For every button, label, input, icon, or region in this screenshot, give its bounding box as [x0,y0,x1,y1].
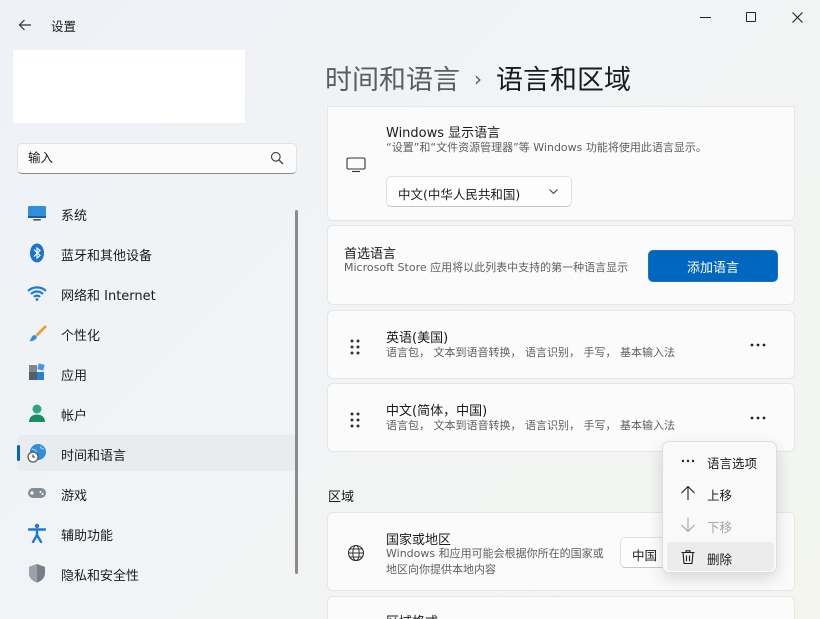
back-button[interactable] [12,12,38,38]
sidebar-item-bluetooth[interactable]: 蓝牙和其他设备 [17,235,297,271]
drag-handle-icon[interactable] [348,338,362,356]
sidebar-item-label: 个性化 [61,329,101,344]
sidebar-item-label: 网络和 Internet [61,289,156,304]
close-button[interactable] [774,2,820,32]
gamepad-icon [28,488,46,498]
breadcrumb-parent[interactable]: 时间和语言 [325,65,460,96]
preferred-languages-card: 首选语言 Microsoft Store 应用将以此列表中支持的第一种语言显示 … [327,225,795,305]
display-language-dropdown[interactable]: 中文(中华人民共和国) [386,176,572,207]
minimize-icon [699,16,711,18]
user-profile-card[interactable] [13,50,245,123]
globe-clock-icon [27,444,46,463]
more-options-icon[interactable] [746,408,770,428]
globe-icon [347,544,365,562]
sidebar-item-label: 帐户 [61,409,88,424]
maximize-button[interactable] [728,2,774,32]
language-features: 语言包， 文本到语音转换， 语言识别， 手写， 基本输入法 [386,346,675,359]
display-language-value: 中文(中华人民共和国) [398,187,521,202]
more-options-icon[interactable] [746,335,770,355]
monitor-icon [28,206,46,221]
close-icon [791,11,803,23]
maximize-icon [746,12,756,22]
more-horizontal-icon [681,459,695,463]
breadcrumb: 时间和语言 › 语言和区域 [325,58,631,97]
sidebar-item-accounts[interactable]: 帐户 [17,395,297,431]
bluetooth-icon [30,243,44,263]
minimize-button[interactable] [682,2,728,32]
language-name: 中文(简体，中国) [386,404,488,419]
page-title: 语言和区域 [496,65,631,96]
menu-item-label: 下移 [707,520,733,535]
chevron-down-icon [549,189,558,195]
accessibility-icon [27,523,47,543]
add-language-button[interactable]: 添加语言 [648,250,778,282]
apps-icon [29,363,45,380]
wifi-icon [27,286,47,301]
sidebar-item-gaming[interactable]: 游戏 [17,475,297,511]
sidebar-nav: 系统 蓝牙和其他设备 网络和 Internet 个性化 应用 帐户 时间和语言 [17,195,297,595]
sidebar-item-label: 辅助功能 [61,529,114,544]
sidebar-item-label: 应用 [61,369,88,384]
sidebar-item-label: 隐私和安全性 [61,569,140,584]
account-icon [29,404,45,422]
app-title: 设置 [51,19,77,34]
menu-item-label: 删除 [707,552,733,567]
display-language-title: Windows 显示语言 [386,126,501,141]
menu-item-label: 上移 [707,488,733,503]
region-section-title: 区域 [328,490,355,505]
arrow-left-icon [18,19,31,31]
menu-item-move-down: 下移 [667,510,774,539]
arrow-down-icon [681,518,695,533]
brush-icon [29,325,47,342]
breadcrumb-separator: › [474,67,482,91]
sidebar-item-privacy[interactable]: 隐私和安全性 [17,555,297,591]
monitor-outline-icon [346,157,366,173]
language-context-menu: 语言选项 上移 下移 删除 [662,441,777,573]
sidebar-item-personalization[interactable]: 个性化 [17,315,297,351]
sidebar-scrollbar[interactable] [295,210,298,574]
search-input[interactable] [28,150,258,165]
regional-format-title: 区域格式 [386,611,438,619]
search-box[interactable] [17,143,297,174]
language-features: 语言包， 文本到语音转换， 语言识别， 手写， 基本输入法 [386,419,675,432]
country-region-value: 中国 [632,548,658,563]
sidebar-item-label: 蓝牙和其他设备 [61,249,153,264]
settings-window: 设置 系统 蓝牙和其他设备 网络和 Internet 个性化 应 [0,0,820,619]
display-language-card: Windows 显示语言 “设置”和“文件资源管理器”等 Windows 功能将… [327,106,795,221]
drag-handle-icon[interactable] [348,411,362,429]
sidebar-item-label: 游戏 [61,489,88,504]
language-name: 英语(美国) [386,331,449,346]
menu-item-label: 语言选项 [707,456,758,471]
sidebar-item-network[interactable]: 网络和 Internet [17,275,297,311]
sidebar-item-apps[interactable]: 应用 [17,355,297,391]
menu-item-language-options[interactable]: 语言选项 [667,446,774,475]
trash-icon [681,550,695,565]
sidebar-item-accessibility[interactable]: 辅助功能 [17,515,297,551]
menu-item-delete[interactable]: 删除 [667,542,774,571]
language-item-english[interactable]: 英语(美国) 语言包， 文本到语音转换， 语言识别， 手写， 基本输入法 [327,310,795,379]
sidebar-item-label: 时间和语言 [61,449,127,464]
sidebar-item-system[interactable]: 系统 [17,195,297,231]
sidebar-item-label: 系统 [61,209,88,224]
shield-icon [29,564,45,583]
title-bar: 设置 [0,0,820,48]
country-region-description: Windows 和应用可能会根据你所在的国家或地区向你提供本地内容 [386,547,604,576]
preferred-languages-description: Microsoft Store 应用将以此列表中支持的第一种语言显示 [344,261,629,274]
arrow-up-icon [681,485,695,500]
display-language-description: “设置”和“文件资源管理器”等 Windows 功能将使用此语言显示。 [386,141,707,154]
sidebar-item-time-language[interactable]: 时间和语言 [17,435,297,471]
search-icon[interactable] [270,151,284,165]
menu-item-move-up[interactable]: 上移 [667,478,774,507]
regional-format-card[interactable]: 区域格式 [327,596,795,619]
